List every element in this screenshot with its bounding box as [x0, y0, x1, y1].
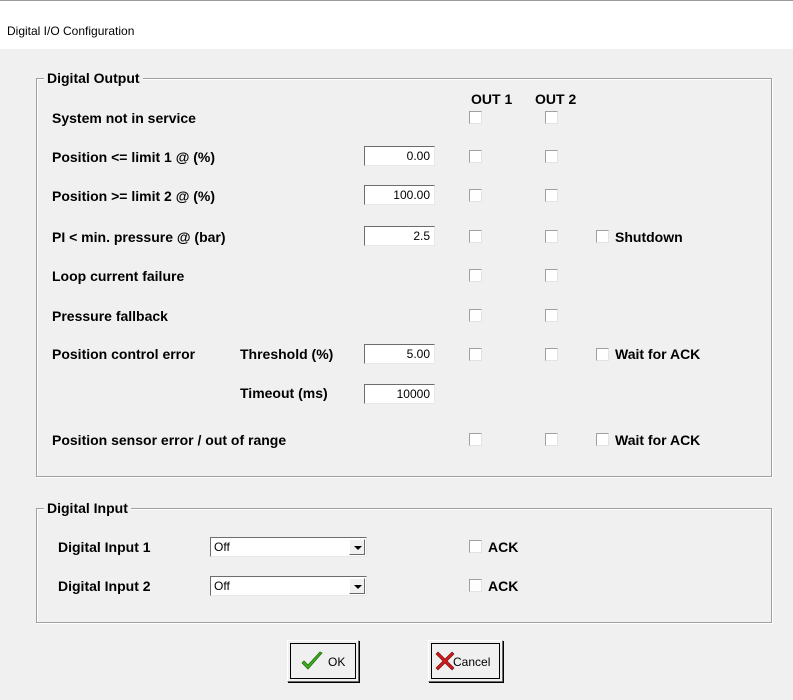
- timeout-input[interactable]: 10000: [364, 384, 435, 404]
- timeout-label: Timeout (ms): [240, 385, 328, 401]
- threshold-input[interactable]: 5.00: [364, 344, 435, 364]
- digital-input1-select[interactable]: Off: [210, 537, 367, 557]
- pos-limit1-input[interactable]: 0.00: [364, 146, 435, 166]
- title-bar-border: [0, 0, 793, 1]
- pos-sensor-error-out1-checkbox[interactable]: [469, 433, 482, 446]
- cancel-button[interactable]: Cancel: [428, 640, 503, 682]
- chevron-down-icon[interactable]: [349, 578, 365, 594]
- shutdown-label: Shutdown: [615, 229, 683, 245]
- dialog-client-area: Digital Output OUT 1 OUT 2 System not in…: [0, 49, 793, 700]
- digital-input-legend: Digital Input: [44, 500, 131, 516]
- pi-min-pressure-out1-checkbox[interactable]: [469, 230, 482, 243]
- loop-current-label: Loop current failure: [52, 268, 185, 284]
- pos-limit2-out1-checkbox[interactable]: [469, 189, 482, 202]
- out2-column-header: OUT 2: [535, 91, 577, 107]
- pressure-fallback-out2-checkbox[interactable]: [545, 309, 558, 322]
- pos-sensor-error-out2-checkbox[interactable]: [545, 433, 558, 446]
- pi-min-pressure-input[interactable]: 2.5: [364, 226, 435, 246]
- pos-limit1-out2-checkbox[interactable]: [545, 150, 558, 163]
- cancel-button-label: Cancel: [453, 655, 491, 669]
- title-bar: Digital I/O Configuration: [0, 0, 793, 49]
- loop-current-out1-checkbox[interactable]: [469, 269, 482, 282]
- pos-limit1-out1-checkbox[interactable]: [469, 150, 482, 163]
- pos-limit1-label: Position <= limit 1 @ (%): [52, 149, 216, 165]
- pos-control-error-out1-checkbox[interactable]: [469, 348, 482, 361]
- digital-input-group: [36, 508, 772, 623]
- pressure-fallback-out1-checkbox[interactable]: [469, 309, 482, 322]
- pos-control-error-label: Position control error: [52, 346, 196, 362]
- threshold-label: Threshold (%): [240, 346, 334, 362]
- pos-control-error-out2-checkbox[interactable]: [545, 348, 558, 361]
- pi-min-pressure-out2-checkbox[interactable]: [545, 230, 558, 243]
- digital-input2-selected-value: Off: [214, 579, 230, 593]
- loop-current-out2-checkbox[interactable]: [545, 269, 558, 282]
- digital-input1-ack-label: ACK: [488, 539, 519, 555]
- pi-min-pressure-label: PI < min. pressure @ (bar): [52, 229, 226, 245]
- not-in-service-label: System not in service: [52, 110, 196, 126]
- pressure-fallback-label: Pressure fallback: [52, 308, 168, 324]
- pos-control-wait-ack-label: Wait for ACK: [615, 346, 701, 362]
- not-in-service-out2-checkbox[interactable]: [545, 111, 558, 124]
- pos-limit2-input[interactable]: 100.00: [364, 185, 435, 205]
- window-title: Digital I/O Configuration: [7, 24, 135, 38]
- not-in-service-out1-checkbox[interactable]: [469, 111, 482, 124]
- red-x-icon: [435, 651, 455, 671]
- shutdown-checkbox[interactable]: [596, 230, 609, 243]
- digital-input1-selected-value: Off: [214, 540, 230, 554]
- digital-input2-select[interactable]: Off: [210, 576, 367, 596]
- pos-sensor-error-label: Position sensor error / out of range: [52, 432, 287, 448]
- pos-sensor-wait-ack-checkbox[interactable]: [596, 433, 609, 446]
- ok-button[interactable]: OK: [287, 640, 359, 682]
- out1-column-header: OUT 1: [471, 91, 513, 107]
- green-checkmark-icon: [301, 651, 323, 670]
- digital-input2-ack-label: ACK: [488, 578, 519, 594]
- digital-input2-ack-checkbox[interactable]: [469, 579, 482, 592]
- digital-input1-label: Digital Input 1: [58, 539, 151, 555]
- pos-sensor-wait-ack-label: Wait for ACK: [615, 432, 701, 448]
- chevron-down-icon[interactable]: [349, 539, 365, 555]
- digital-input2-label: Digital Input 2: [58, 578, 151, 594]
- pos-limit2-label: Position >= limit 2 @ (%): [52, 188, 216, 204]
- pos-limit2-out2-checkbox[interactable]: [545, 189, 558, 202]
- digital-input1-ack-checkbox[interactable]: [469, 540, 482, 553]
- ok-button-label: OK: [328, 655, 346, 669]
- pos-control-wait-ack-checkbox[interactable]: [596, 348, 609, 361]
- digital-output-legend: Digital Output: [44, 70, 143, 86]
